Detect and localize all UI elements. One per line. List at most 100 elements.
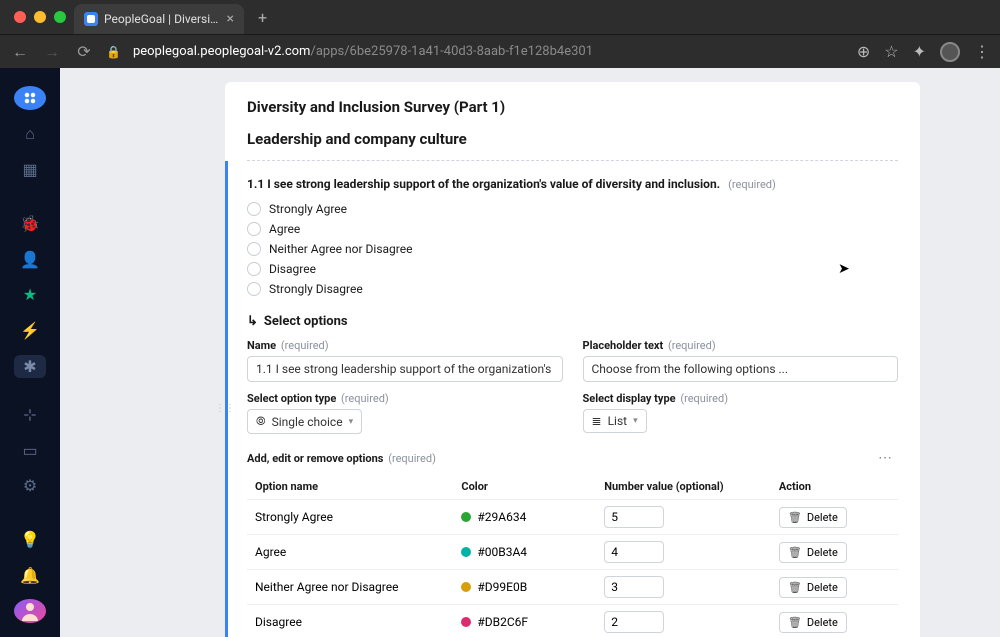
- extensions-icon[interactable]: ✦: [913, 42, 926, 61]
- number-input[interactable]: [604, 506, 664, 528]
- drag-handle-icon[interactable]: ⋮⋮: [215, 403, 235, 414]
- radio-option[interactable]: Strongly Disagree: [247, 282, 898, 296]
- radio-label: Strongly Disagree: [269, 282, 363, 296]
- search-icon[interactable]: ⊕: [857, 42, 870, 61]
- color-hex: #29A634: [477, 510, 526, 524]
- delete-button[interactable]: 🗑Delete: [779, 507, 847, 528]
- chart-icon[interactable]: ⊹: [14, 402, 46, 426]
- color-cell[interactable]: #D99E0B: [461, 580, 604, 594]
- radio-icon: [247, 242, 261, 256]
- apps-icon[interactable]: ▦: [14, 158, 46, 182]
- select-options-header: ↳ Select options: [247, 314, 898, 329]
- radio-label: Neither Agree nor Disagree: [269, 242, 412, 256]
- select-options-icon: ↳: [247, 314, 258, 329]
- color-swatch-icon: [461, 512, 471, 522]
- address-bar: ← → ⟳ 🔒 peoplegoal.peoplegoal-v2.com/app…: [0, 34, 1000, 68]
- bolt-icon[interactable]: ⚡: [14, 319, 46, 343]
- app-logo-icon[interactable]: [14, 86, 46, 110]
- name-label: Name (required): [247, 339, 563, 352]
- url-display[interactable]: peoplegoal.peoplegoal-v2.com/apps/6be259…: [133, 44, 593, 59]
- radio-option[interactable]: Agree: [247, 222, 898, 236]
- reload-button[interactable]: ⟳: [74, 42, 94, 61]
- bulb-icon[interactable]: 💡: [14, 528, 46, 552]
- forward-button[interactable]: →: [42, 42, 62, 62]
- radio-option[interactable]: Neither Agree nor Disagree: [247, 242, 898, 256]
- question-block: 1.1 I see strong leadership support of t…: [225, 161, 898, 637]
- color-swatch-icon: [461, 582, 471, 592]
- option-name-cell[interactable]: Strongly Agree: [255, 510, 461, 524]
- radio-label: Disagree: [269, 262, 316, 276]
- radio-icon: [247, 202, 261, 216]
- option-name-cell[interactable]: Disagree: [255, 615, 461, 629]
- more-options-button[interactable]: ⋯: [872, 448, 898, 468]
- user-icon[interactable]: 👤: [14, 247, 46, 271]
- url-host: peoplegoal.peoplegoal-v2.com: [133, 44, 311, 59]
- window-controls: [8, 11, 66, 23]
- bug-icon[interactable]: 🐞: [14, 211, 46, 235]
- settings-icon[interactable]: ⚙: [14, 474, 46, 498]
- calendar-icon[interactable]: ▭: [14, 438, 46, 462]
- tab-close-icon[interactable]: ×: [227, 11, 234, 27]
- option-type-label: Select option type (required): [247, 392, 563, 405]
- color-cell[interactable]: #29A634: [461, 510, 604, 524]
- url-path: /apps/6be25978-1a41-40d3-8aab-f1e128b4e3…: [310, 44, 593, 59]
- menu-icon[interactable]: ⋮: [974, 42, 990, 61]
- home-icon[interactable]: ⌂: [14, 122, 46, 146]
- chevron-down-icon: ▾: [349, 417, 354, 427]
- number-input[interactable]: [604, 541, 664, 563]
- radio-icon: [247, 282, 261, 296]
- col-action: Action: [779, 480, 890, 493]
- question-text: 1.1 I see strong leadership support of t…: [247, 177, 720, 191]
- delete-button[interactable]: 🗑Delete: [779, 612, 847, 633]
- radio-option[interactable]: Disagree: [247, 262, 898, 276]
- color-cell[interactable]: #00B3A4: [461, 545, 604, 559]
- delete-button[interactable]: 🗑Delete: [779, 577, 847, 598]
- tab-title: PeopleGoal | Diversity and Incl: [104, 12, 221, 26]
- delete-button[interactable]: 🗑Delete: [779, 542, 847, 563]
- star-icon[interactable]: ★: [14, 283, 46, 307]
- add-edit-label: Add, edit or remove options (required): [247, 452, 436, 465]
- user-avatar[interactable]: [14, 599, 46, 623]
- app-sidebar: ⌂ ▦ 🐞 👤 ★ ⚡ ✱ ⊹ ▭ ⚙ 💡 🔔: [0, 68, 60, 637]
- section-title: Leadership and company culture: [247, 130, 898, 148]
- name-input[interactable]: [247, 356, 563, 382]
- single-choice-icon: ⦾: [256, 414, 266, 429]
- tab-bar: PeopleGoal | Diversity and Incl × +: [0, 0, 1000, 34]
- radio-label: Strongly Agree: [269, 202, 347, 216]
- table-row: Disagree #DB2C6F 🗑Delete: [247, 605, 898, 637]
- color-hex: #DB2C6F: [477, 615, 528, 629]
- close-window-icon[interactable]: [14, 11, 26, 23]
- option-type-select[interactable]: ⦾ Single choice ▾: [247, 409, 362, 434]
- number-input[interactable]: [604, 611, 664, 633]
- snowflake-icon[interactable]: ✱: [14, 355, 46, 379]
- col-option-name: Option name: [255, 480, 461, 493]
- maximize-window-icon[interactable]: [54, 11, 66, 23]
- tab-favicon-icon: [84, 12, 98, 26]
- profile-avatar-icon[interactable]: [940, 42, 960, 62]
- display-type-value: List: [608, 414, 628, 428]
- display-type-select[interactable]: ≣ List ▾: [583, 409, 647, 433]
- color-hex: #D99E0B: [477, 580, 527, 594]
- trash-icon: 🗑: [788, 546, 802, 559]
- bookmark-icon[interactable]: ☆: [884, 42, 898, 61]
- col-number: Number value (optional): [604, 480, 779, 493]
- back-button[interactable]: ←: [10, 42, 30, 62]
- bell-icon[interactable]: 🔔: [14, 563, 46, 587]
- new-tab-button[interactable]: +: [252, 8, 273, 27]
- chevron-down-icon: ▾: [633, 416, 638, 426]
- radio-list: Strongly Agree Agree Neither Agree nor D…: [247, 202, 898, 296]
- placeholder-input[interactable]: [583, 356, 899, 382]
- minimize-window-icon[interactable]: [34, 11, 46, 23]
- radio-option[interactable]: Strongly Agree: [247, 202, 898, 216]
- table-row: Strongly Agree #29A634 🗑Delete: [247, 499, 898, 535]
- list-icon: ≣: [592, 414, 602, 428]
- color-swatch-icon: [461, 547, 471, 557]
- radio-label: Agree: [269, 222, 300, 236]
- option-name-cell[interactable]: Neither Agree nor Disagree: [255, 580, 461, 594]
- col-color: Color: [461, 480, 604, 493]
- select-options-title: Select options: [264, 314, 348, 329]
- option-name-cell[interactable]: Agree: [255, 545, 461, 559]
- browser-tab[interactable]: PeopleGoal | Diversity and Incl ×: [74, 4, 244, 34]
- number-input[interactable]: [604, 576, 664, 598]
- color-cell[interactable]: #DB2C6F: [461, 615, 604, 629]
